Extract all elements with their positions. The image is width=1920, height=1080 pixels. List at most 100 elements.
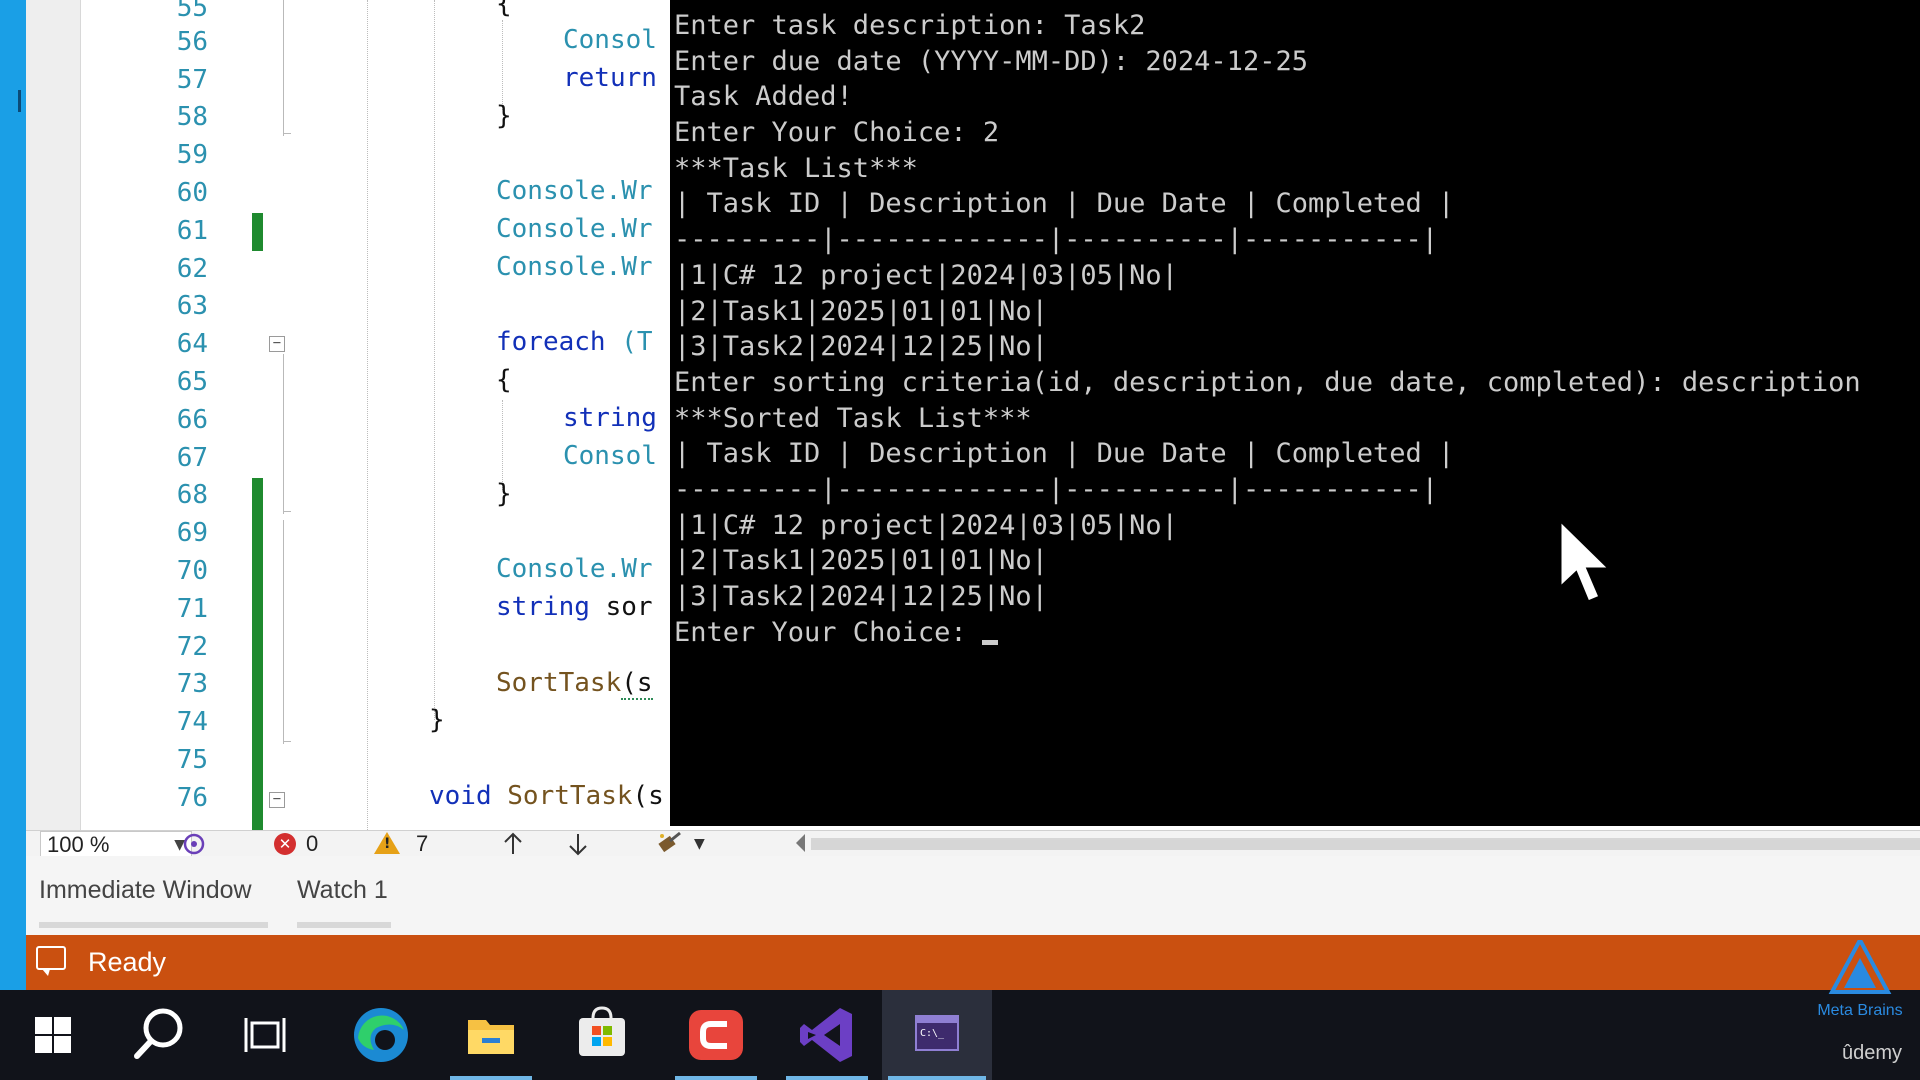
zoom-dropdown[interactable]: 100 % ▼ — [40, 831, 192, 857]
indent-guide — [367, 0, 368, 830]
console-line: |3|Task2|2024|12|25|No| — [674, 331, 1048, 362]
line-number: 58 — [176, 102, 208, 132]
edge-icon[interactable] — [336, 990, 426, 1080]
outline-line — [283, 0, 284, 136]
zoom-value: 100 % — [47, 832, 110, 857]
code-line: SortTask(s — [496, 665, 653, 703]
mouse-pointer-icon — [1558, 518, 1614, 604]
app-icon[interactable] — [671, 990, 761, 1080]
search-icon[interactable] — [115, 990, 205, 1080]
cleanup-brush-icon[interactable] — [656, 831, 690, 857]
console-line: | Task ID | Description | Due Date | Com… — [674, 188, 1455, 219]
brand-name: Meta Brains — [1817, 1002, 1903, 1019]
code-line: void SortTask(s — [429, 778, 664, 816]
line-number: 64 — [176, 329, 208, 359]
line-number: 67 — [176, 443, 208, 473]
code-line: { — [496, 365, 512, 395]
code-fragment: (T — [605, 327, 653, 357]
code-fragment: (s — [621, 668, 653, 700]
visual-studio-icon[interactable] — [782, 990, 872, 1080]
line-number: 74 — [176, 707, 208, 737]
scroll-left-icon[interactable] — [796, 834, 805, 852]
console-line: Enter sorting criteria(id, description, … — [674, 367, 1861, 398]
editor-status-row: 100 % ▼ ✕ 0 ! 7 ▼ — [26, 830, 1920, 857]
line-number: 62 — [176, 254, 208, 284]
line-number: 68 — [176, 480, 208, 510]
outline-tick — [283, 133, 291, 134]
indent-guide — [502, 20, 503, 110]
notification-icon[interactable] — [36, 946, 66, 976]
console-line: ***Task List*** — [674, 153, 918, 184]
code-line: return — [563, 63, 657, 93]
microsoft-store-icon[interactable] — [557, 990, 647, 1080]
console-line: |2|Task1|2025|01|01|No| — [674, 296, 1048, 327]
windows-start-icon[interactable] — [8, 990, 98, 1080]
line-number: 71 — [176, 594, 208, 624]
taskbar-running-indicator — [675, 1076, 757, 1080]
collapse-icon[interactable]: − — [269, 336, 285, 352]
console-window[interactable]: Enter task description: Task2 Enter due … — [670, 0, 1920, 826]
console-line: Enter Your Choice: 2 — [674, 117, 1000, 148]
file-explorer-icon[interactable] — [446, 990, 536, 1080]
code-line: string — [563, 403, 657, 433]
code-line: Console.Wr — [496, 214, 653, 244]
console-line: |1|C# 12 project|2024|03|05|No| — [674, 510, 1178, 541]
svg-text:C:\_: C:\_ — [920, 1028, 945, 1039]
meta-brains-logo-icon — [1828, 935, 1892, 994]
code-line: { — [496, 0, 512, 19]
taskbar-running-indicator — [450, 1076, 532, 1080]
taskbar-running-indicator — [786, 1076, 868, 1080]
line-number: 56 — [176, 27, 208, 57]
tab-watch-1[interactable]: Watch 1 — [297, 876, 388, 905]
line-number: 72 — [176, 632, 208, 662]
tab-immediate-window[interactable]: Immediate Window — [39, 876, 252, 905]
arrow-up-icon[interactable] — [500, 831, 526, 857]
code-line: Console.Wr — [496, 554, 653, 584]
code-line: Consol — [563, 25, 657, 55]
tool-window-tabs: Immediate Window Watch 1 — [26, 856, 1920, 935]
console-line: ***Sorted Task List*** — [674, 403, 1032, 434]
console-line: |3|Task2|2024|12|25|No| — [674, 581, 1048, 612]
status-bar: Ready — [26, 935, 1920, 990]
horizontal-scrollbar[interactable] — [811, 838, 1920, 850]
line-number: 65 — [176, 367, 208, 397]
code-line: } — [496, 101, 512, 131]
line-number: 75 — [176, 745, 208, 775]
line-number: 59 — [176, 140, 208, 170]
outline-tick — [283, 741, 291, 742]
tab-underline — [39, 922, 268, 928]
error-count[interactable]: 0 — [306, 831, 318, 857]
keyword: string — [496, 592, 590, 622]
method-name: SortTask — [507, 781, 633, 811]
outline-line — [283, 354, 284, 514]
error-icon[interactable]: ✕ — [274, 833, 296, 855]
keyword: foreach — [496, 327, 606, 357]
console-line: |2|Task1|2025|01|01|No| — [674, 545, 1048, 576]
text-cursor — [982, 640, 998, 645]
code-line: foreach (T — [496, 324, 653, 362]
console-line: Task Added! — [674, 81, 853, 112]
line-number: 76 — [176, 783, 208, 813]
outline-tick — [283, 511, 291, 512]
warning-count[interactable]: 7 — [416, 831, 428, 857]
code-line: } — [496, 479, 512, 509]
arrow-down-icon[interactable] — [565, 831, 591, 857]
tab-underline — [297, 922, 391, 928]
editor-gutter — [26, 0, 81, 830]
console-line: ---------|-------------|----------|-----… — [674, 224, 1439, 255]
console-line: |1|C# 12 project|2024|03|05|No| — [674, 260, 1178, 291]
udemy-watermark: ûdemy — [1842, 1042, 1903, 1064]
brand-logo: Meta Brains — [1800, 935, 1920, 1020]
collapse-icon[interactable]: − — [269, 792, 285, 808]
warning-icon[interactable]: ! — [374, 832, 400, 854]
command-prompt-icon[interactable]: C:\_ — [882, 990, 992, 1080]
health-icon[interactable] — [180, 831, 210, 857]
task-view-icon[interactable] — [222, 990, 312, 1080]
line-number: 66 — [176, 405, 208, 435]
console-line: Enter Your Choice: — [674, 617, 983, 648]
chevron-down-icon[interactable]: ▼ — [694, 831, 705, 857]
code-line: Console.Wr — [496, 176, 653, 206]
line-number: 61 — [176, 216, 208, 246]
console-line: | Task ID | Description | Due Date | Com… — [674, 438, 1455, 469]
keyword: void — [429, 781, 492, 811]
